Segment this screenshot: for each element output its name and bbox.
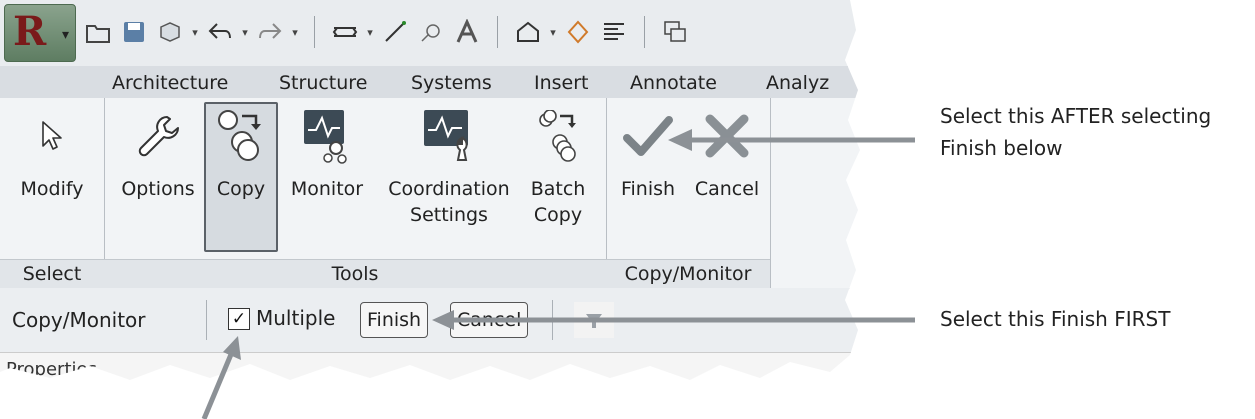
monitor-label: Monitor [290,178,364,200]
monitor-icon [280,104,374,168]
annotation-top: Select this AFTER selecting Finish below [940,100,1211,164]
save-icon[interactable] [118,16,150,48]
monitor-button[interactable]: Monitor [280,104,374,202]
filter-icon[interactable] [574,302,614,338]
coordination-settings-label: Coordination Settings [376,176,522,228]
revit-logo-icon: R [13,8,47,55]
toolbar-divider [314,16,315,48]
3d-view-icon[interactable] [512,16,544,48]
sync-icon[interactable] [154,16,186,48]
ribbon: Modify Select Options Copy Monitor Coord… [0,98,860,289]
ribbon-tabs: Architecture Structure Systems Insert An… [0,66,860,98]
switch-windows-icon[interactable] [659,16,691,48]
chevron-down-icon[interactable]: ▾ [190,26,200,39]
dimension-icon[interactable] [379,16,411,48]
tab-insert[interactable]: Insert [534,72,589,94]
tab-analyze[interactable]: Analyz [766,72,829,94]
options-divider [206,300,207,340]
select-panel: Modify Select [0,98,105,288]
chevron-down-icon[interactable]: ▾ [290,26,300,39]
section-icon[interactable] [562,16,594,48]
coordination-settings-icon [376,104,522,168]
copy-label: Copy [216,178,266,200]
options-cancel-button[interactable]: Cancel [450,302,529,338]
cancel-button[interactable]: Cancel [688,104,766,202]
options-bar: Copy/Monitor ✓ Multiple Finish Cancel [0,288,860,352]
multiple-checkbox[interactable]: ✓ [228,308,250,330]
application-menu-button[interactable]: R ▾ [4,4,76,62]
tab-systems[interactable]: Systems [411,72,492,94]
revit-window: R ▾ ▾ ▾ ▾ ▾ ▾ Architecture Structure Sys… [0,0,860,380]
tag-icon[interactable] [415,16,447,48]
cancel-label: Cancel [694,178,760,200]
chevron-down-icon[interactable]: ▾ [240,26,250,39]
chevron-down-icon[interactable]: ▾ [548,26,558,39]
chevron-down-icon: ▾ [61,27,69,43]
tab-structure[interactable]: Structure [279,72,367,94]
batch-line2: Copy [533,204,583,226]
redo-icon[interactable] [254,16,286,48]
wrench-icon [108,104,208,168]
undo-icon[interactable] [204,16,236,48]
batch-line1: Batch [530,178,586,200]
batch-copy-button[interactable]: Batch Copy [522,104,594,228]
multiple-label: Multiple [256,306,336,330]
finish-label: Finish [620,178,676,200]
properties-label: Properties [6,359,97,380]
options-divider [552,300,553,340]
tab-annotate[interactable]: Annotate [630,72,717,94]
select-panel-title: Select [0,259,104,288]
cursor-arrow-icon [6,104,98,168]
copy-circles-icon [206,104,276,168]
annotation-bottom: Select this Finish FIRST [940,307,1171,331]
open-folder-icon[interactable] [82,16,114,48]
options-label: Options [121,178,195,200]
finish-button[interactable]: Finish [610,104,686,202]
modify-label: Modify [20,178,84,200]
options-button[interactable]: Options [108,104,208,202]
tab-architecture[interactable]: Architecture [112,72,228,94]
checkmark-icon [610,104,686,168]
tools-panel: Options Copy Monitor Coordination Settin… [104,98,607,288]
copy-button[interactable]: Copy [204,102,278,252]
coordination-line2: Settings [410,204,488,226]
coordination-line1: Coordination [388,178,510,200]
coordination-settings-button[interactable]: Coordination Settings [376,104,522,228]
toolbar-divider [644,16,645,48]
batch-copy-label: Batch Copy [522,176,594,228]
copy-monitor-panel: Finish Cancel Copy/Monitor [606,98,771,288]
text-icon[interactable] [451,16,483,48]
modify-button[interactable]: Modify [6,104,98,202]
options-finish-button[interactable]: Finish [360,302,429,338]
tools-panel-title: Tools [104,259,606,288]
thin-lines-icon[interactable] [598,16,630,48]
copy-monitor-panel-title: Copy/Monitor [606,259,770,288]
measure-icon[interactable] [329,16,361,48]
cancel-x-icon [688,104,766,168]
annotation-top-line2: Finish below [940,136,1063,160]
chevron-down-icon[interactable]: ▾ [365,26,375,39]
properties-header: Properties [0,352,860,380]
batch-copy-icon [522,104,594,168]
options-bar-context: Copy/Monitor [12,308,146,332]
quick-access-toolbar: R ▾ ▾ ▾ ▾ ▾ ▾ [0,0,860,67]
annotation-top-line1: Select this AFTER selecting [940,104,1212,128]
toolbar-divider [497,16,498,48]
